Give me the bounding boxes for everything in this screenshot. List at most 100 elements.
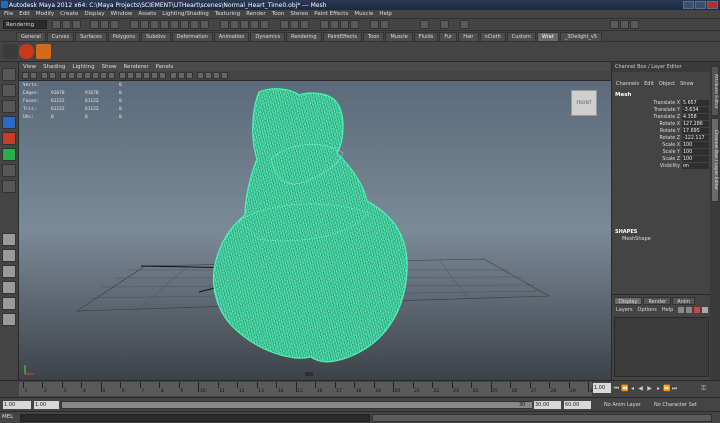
smooth-shade-icon[interactable] <box>127 72 134 79</box>
shape-node-name[interactable]: MeshShape <box>622 236 651 242</box>
select-component-icon[interactable] <box>110 20 119 29</box>
channel-row[interactable]: Scale Z 100 <box>612 156 711 163</box>
channel-row[interactable]: Rotate X 127.286 <box>612 121 711 128</box>
select-camera-icon[interactable] <box>22 72 29 79</box>
motion-blur-icon[interactable] <box>221 72 228 79</box>
character-set-select[interactable]: No Character Set <box>654 402 697 408</box>
close-button[interactable] <box>707 1 718 9</box>
play-backwards-icon[interactable]: ◀ <box>637 385 644 392</box>
render-settings-icon[interactable] <box>350 20 359 29</box>
menu-display[interactable]: Display <box>84 11 104 17</box>
new-layer-icon[interactable] <box>694 307 700 313</box>
snap-curve-icon[interactable] <box>230 20 239 29</box>
shelf-tab-3delight-v5[interactable]: _3Delight_v5 <box>559 32 603 41</box>
use-all-lights-icon[interactable] <box>151 72 158 79</box>
menu-help[interactable]: Help <box>379 11 392 17</box>
select-by-render-icon[interactable] <box>190 20 199 29</box>
select-by-handle-icon[interactable] <box>130 20 139 29</box>
layer-menu-layers[interactable]: Layers <box>616 307 633 313</box>
input-line-icon[interactable] <box>370 20 379 29</box>
shelf-tab-polygons[interactable]: Polygons <box>107 32 140 41</box>
range-bar[interactable] <box>61 401 532 409</box>
view-cube[interactable]: FRONT <box>571 90 597 116</box>
shadows-icon[interactable] <box>159 72 166 79</box>
wireframe-on-shaded-icon[interactable] <box>135 72 142 79</box>
layer-menu-help[interactable]: Help <box>662 307 673 313</box>
apple-shelf-icon[interactable] <box>19 44 34 59</box>
snap-grid-icon[interactable] <box>220 20 229 29</box>
select-tool-icon[interactable] <box>2 68 16 81</box>
bookmark-icon[interactable] <box>41 72 48 79</box>
manipulator-tool-icon[interactable] <box>2 164 16 177</box>
render-current-icon[interactable] <box>330 20 339 29</box>
rename-field-icon[interactable] <box>380 20 389 29</box>
layer-tab-display[interactable]: Display <box>614 297 643 305</box>
shelf-tab-toon[interactable]: Toon <box>362 32 385 41</box>
xray-icon[interactable] <box>170 72 177 79</box>
shelf-tab-general[interactable]: General <box>16 32 46 41</box>
layout-hypershade-icon[interactable] <box>2 297 16 310</box>
menu-stereo[interactable]: Stereo <box>290 11 308 17</box>
shelf-tab-fur[interactable]: Fur <box>439 32 458 41</box>
minimize-button[interactable] <box>683 1 694 9</box>
viewport-panel[interactable]: Verts: 0 Edges: 91678 91678 0 Faces: 61122 61122… <box>19 81 611 380</box>
playback-end-field[interactable]: 30.00 <box>534 401 561 409</box>
shelf-tab-muscle[interactable]: Muscle <box>385 32 413 41</box>
anim-layer-select[interactable]: No Anim Layer <box>604 402 641 408</box>
snap-point-icon[interactable] <box>240 20 249 29</box>
shelf-tab-deformation[interactable]: Deformation <box>171 32 213 41</box>
channel-name[interactable]: Translate X <box>612 100 682 107</box>
command-input[interactable] <box>20 414 370 422</box>
snap-view-plane-icon[interactable] <box>250 20 259 29</box>
shelf-tab-ncloth[interactable]: nCloth <box>479 32 506 41</box>
channel-name[interactable]: Scale X <box>612 142 682 149</box>
shelf-tab-wrat[interactable]: Wrat <box>536 32 559 41</box>
heart-mesh[interactable] <box>212 88 408 363</box>
paint-select-tool-icon[interactable] <box>2 100 16 113</box>
shelf-tab-hair[interactable]: Hair <box>458 32 479 41</box>
output-ops-icon[interactable] <box>290 20 299 29</box>
select-by-curve-icon[interactable] <box>150 20 159 29</box>
xray-joints-icon[interactable] <box>178 72 185 79</box>
channel-row[interactable]: Rotate Z -122.117 <box>612 135 711 142</box>
menu-toon[interactable]: Toon <box>272 11 285 17</box>
layer-down-icon[interactable] <box>686 307 692 313</box>
menu-set-select[interactable]: Rendering <box>3 20 47 29</box>
menu-render[interactable]: Render <box>246 11 266 17</box>
layer-menu-options[interactable]: Options <box>638 307 657 313</box>
field-chart-icon[interactable] <box>92 72 99 79</box>
new-scene-icon[interactable] <box>52 20 61 29</box>
save-scene-icon[interactable] <box>72 20 81 29</box>
animation-start-field[interactable]: 1.00 <box>3 401 31 409</box>
channel-value[interactable]: 4.358 <box>682 114 709 121</box>
grid-toggle-icon[interactable] <box>60 72 67 79</box>
wireframe-icon[interactable] <box>119 72 126 79</box>
menu-create[interactable]: Create <box>60 11 78 17</box>
lasso-tool-icon[interactable] <box>2 84 16 97</box>
safe-title-icon[interactable] <box>108 72 115 79</box>
go-to-end-icon[interactable]: ⏭ <box>671 385 678 392</box>
step-back-key-icon[interactable]: ⏪ <box>621 385 628 392</box>
layer-up-icon[interactable] <box>678 307 684 313</box>
shelf-tab-animation[interactable]: Animation <box>213 32 250 41</box>
menu-lighting-shading[interactable]: Lighting/Shading <box>162 11 208 17</box>
select-by-surface-icon[interactable] <box>160 20 169 29</box>
gate-mask-icon[interactable] <box>84 72 91 79</box>
isolate-select-icon[interactable] <box>205 72 212 79</box>
step-back-frame-icon[interactable]: ◂ <box>629 385 636 392</box>
show-channel-box-icon[interactable] <box>630 20 639 29</box>
layer-tab-anim[interactable]: Anim <box>672 297 696 305</box>
ambient-occlusion-icon[interactable] <box>213 72 220 79</box>
shelf-tab-fluids[interactable]: Fluids <box>413 32 439 41</box>
current-frame-field[interactable]: 1.00 <box>593 383 611 393</box>
select-hierarchy-icon[interactable] <box>90 20 99 29</box>
channel-row[interactable]: Scale X 100 <box>612 142 711 149</box>
channel-name[interactable]: Visibility <box>612 163 682 170</box>
select-by-joint-icon[interactable] <box>140 20 149 29</box>
flame-shelf-icon[interactable] <box>36 44 51 59</box>
construction-history-icon[interactable] <box>300 20 309 29</box>
layout-four-icon[interactable] <box>2 249 16 262</box>
channel-box-tab[interactable]: Channel Box / Layer Editor <box>711 118 719 202</box>
channel-value[interactable]: -3.634 <box>682 107 709 114</box>
channel-name[interactable]: Rotate Y <box>612 128 682 135</box>
